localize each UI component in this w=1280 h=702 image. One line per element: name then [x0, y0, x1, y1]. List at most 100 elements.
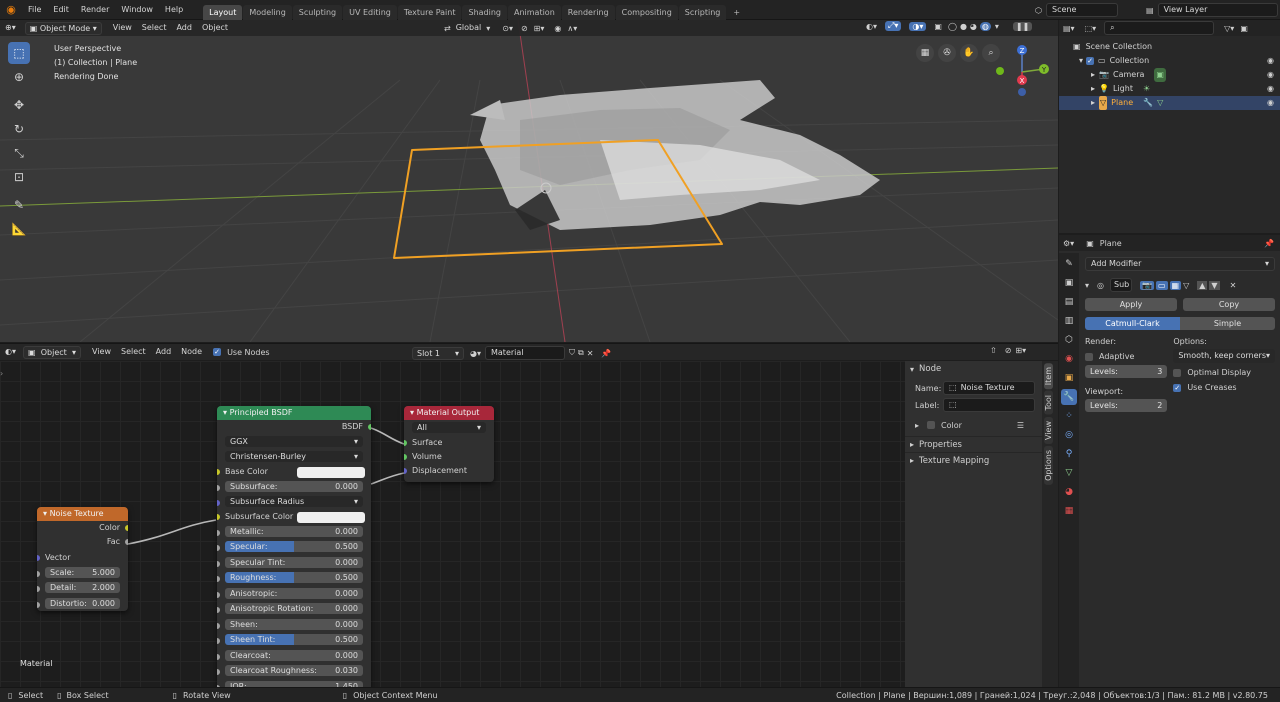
- bsdf-input-socket[interactable]: [217, 500, 220, 506]
- measure-tool-icon[interactable]: 📐: [8, 218, 30, 240]
- bsdf-value-field[interactable]: Metallic: 0.000: [225, 525, 363, 537]
- distribution-dropdown[interactable]: GGX ▾: [225, 435, 363, 447]
- use-nodes-toggle[interactable]: ✓ Use Nodes: [213, 348, 270, 357]
- node-menu-add[interactable]: Add: [151, 345, 177, 359]
- use-nodes-checkbox[interactable]: ✓: [213, 348, 222, 356]
- outliner-item-light[interactable]: ▸ 💡 Light ☀ ◉: [1059, 82, 1280, 96]
- toolbar-expand-icon[interactable]: ›: [0, 369, 3, 378]
- blender-logo-icon[interactable]: ◉: [0, 3, 22, 16]
- bsdf-input-socket[interactable]: [217, 591, 220, 598]
- scale-tool-icon[interactable]: ⤡: [8, 142, 30, 164]
- eye-icon[interactable]: ◉: [1267, 54, 1274, 68]
- 3d-viewport[interactable]: ⊕▾ ▣ Object Mode ▾ View Select Add Objec…: [0, 20, 1058, 342]
- physics-tab-icon[interactable]: ◎: [1061, 427, 1077, 443]
- bsdf-value-field[interactable]: Specular Tint: 0.000: [225, 556, 363, 568]
- vector-input-socket[interactable]: [37, 555, 40, 561]
- tab-compositing[interactable]: Compositing: [615, 4, 678, 20]
- node-name-field[interactable]: ⬚ Noise Texture: [943, 381, 1035, 395]
- bsdf-input-socket[interactable]: [217, 560, 220, 567]
- eye-icon[interactable]: ◉: [1267, 68, 1274, 82]
- render-tab-icon[interactable]: ▣: [1061, 275, 1077, 291]
- node-menu-node[interactable]: Node: [176, 345, 207, 359]
- data-tab-icon[interactable]: ▽: [1061, 465, 1077, 481]
- material-name-field[interactable]: Material: [485, 346, 565, 360]
- color-presets-icon[interactable]: ☰: [1017, 421, 1024, 430]
- use-creases-checkbox[interactable]: ✓: [1173, 383, 1182, 392]
- viewport-levels-field[interactable]: Levels: 2: [1085, 399, 1168, 412]
- scene-field[interactable]: Scene: [1045, 3, 1118, 17]
- transform-tool-icon[interactable]: ⊡: [8, 166, 30, 188]
- bsdf-value-field[interactable]: Clearcoat Roughness: 0.030: [225, 665, 363, 676]
- view-layer-field[interactable]: View Layer: [1157, 3, 1278, 17]
- show-editmode-icon[interactable]: ▦: [1169, 280, 1182, 290]
- subsurface-radius-dropdown[interactable]: Subsurface Radius ▾: [225, 496, 363, 507]
- bsdf-output-socket[interactable]: [368, 424, 371, 430]
- apply-button[interactable]: Apply: [1085, 298, 1177, 311]
- principled-bsdf-node[interactable]: ▾ Principled BSDF BSDF GGX ▾ Christensen-…: [217, 406, 371, 687]
- display-mode-icon[interactable]: ⬚▾: [1085, 24, 1097, 33]
- tab-scripting[interactable]: Scripting: [678, 4, 727, 20]
- tab-rendering[interactable]: Rendering: [561, 4, 615, 20]
- shading-wireframe-icon[interactable]: ◯: [948, 22, 957, 31]
- material-tab-icon[interactable]: ◕: [1061, 484, 1077, 500]
- bsdf-input-socket[interactable]: [217, 514, 220, 520]
- move-tool-icon[interactable]: ✥: [8, 94, 30, 116]
- unlink-material-icon[interactable]: ✕: [587, 349, 594, 358]
- perspective-toggle-icon[interactable]: ▦: [916, 44, 934, 62]
- sidebar-tab-options[interactable]: Options: [1044, 445, 1053, 485]
- close-icon[interactable]: ✕: [1230, 281, 1237, 290]
- optimal-display-checkbox[interactable]: [1173, 368, 1182, 377]
- adaptive-checkbox[interactable]: [1085, 352, 1093, 361]
- proportional-edit-icon[interactable]: ◉: [554, 24, 561, 33]
- sidebar-tab-item[interactable]: Item: [1044, 363, 1053, 390]
- tab-layout[interactable]: Layout: [203, 4, 243, 20]
- vp-menu-select[interactable]: Select: [137, 21, 172, 35]
- tab-uv-editing[interactable]: UV Editing: [343, 4, 397, 20]
- menu-file[interactable]: File: [22, 0, 47, 20]
- particles-tab-icon[interactable]: ⁘: [1061, 408, 1077, 424]
- fake-user-icon[interactable]: ⛉: [569, 348, 575, 358]
- snap-icon[interactable]: ⊘: [521, 24, 528, 33]
- node-label-field[interactable]: ⬚: [943, 398, 1035, 412]
- tab-sculpting[interactable]: Sculpting: [292, 4, 343, 20]
- outliner-item-camera[interactable]: ▸ 📷 Camera ▣ ◉: [1059, 68, 1280, 82]
- add-modifier-dropdown[interactable]: Add Modifier ▾: [1085, 257, 1275, 271]
- collection-checkbox[interactable]: ✓: [1086, 57, 1095, 65]
- shading-solid-icon[interactable]: ●: [960, 22, 967, 31]
- menu-window[interactable]: Window: [115, 0, 159, 20]
- menu-render[interactable]: Render: [75, 0, 115, 20]
- bsdf-value-field[interactable]: Roughness: 0.500: [225, 572, 363, 583]
- constraints-tab-icon[interactable]: ⚲: [1061, 446, 1077, 462]
- on-cage-icon[interactable]: ▽: [1183, 281, 1189, 290]
- noise-texture-node[interactable]: ▾ Noise Texture Color Fac Vector Scale: 5…: [37, 507, 128, 611]
- tool-tab-icon[interactable]: ✎: [1061, 256, 1077, 272]
- catmull-clark-button[interactable]: Catmull-Clark: [1085, 317, 1180, 330]
- output-target-dropdown[interactable]: All ▾: [412, 421, 486, 433]
- copy-button[interactable]: Copy: [1183, 298, 1275, 311]
- editor-type-icon[interactable]: ⊕▾: [0, 21, 21, 35]
- properties-section-header[interactable]: ▸ Properties: [905, 436, 1042, 452]
- expand-icon[interactable]: ▸: [1091, 96, 1095, 110]
- properties-editor-icon[interactable]: ⚙▾: [1063, 239, 1074, 248]
- overlay-toggle-icon[interactable]: ◑▾: [909, 21, 927, 31]
- move-down-icon[interactable]: ▼: [1209, 280, 1220, 290]
- pause-render-icon[interactable]: ❚❚: [1012, 21, 1033, 31]
- snap-node-icon[interactable]: ⊘: [1005, 346, 1012, 355]
- subsurface-method-dropdown[interactable]: Christensen-Burley ▾: [225, 451, 363, 462]
- node-section-header[interactable]: ▾ Node: [905, 361, 1042, 377]
- slot-dropdown[interactable]: Slot 1 ▾: [412, 346, 464, 360]
- world-tab-icon[interactable]: ◉: [1061, 351, 1077, 367]
- noise-detail-field[interactable]: Detail: 2.000: [45, 582, 120, 593]
- duplicate-material-icon[interactable]: ⧉: [578, 348, 584, 358]
- collapse-icon[interactable]: ▾: [1085, 281, 1089, 290]
- bsdf-value-field[interactable]: Anisotropic: 0.000: [225, 587, 363, 599]
- node-canvas[interactable]: ▾ Noise Texture Color Fac Vector Scale: 5…: [0, 361, 905, 687]
- bsdf-input-socket[interactable]: [217, 622, 220, 629]
- bsdf-input-socket[interactable]: [217, 607, 220, 613]
- annotate-tool-icon[interactable]: ✎: [8, 194, 30, 216]
- tab-modeling[interactable]: Modeling: [243, 4, 292, 20]
- bsdf-value-field[interactable]: Anisotropic Rotation: 0.000: [225, 603, 363, 614]
- falloff-icon[interactable]: ∧▾: [567, 24, 577, 33]
- scale-input-socket[interactable]: [37, 570, 40, 577]
- modifier-tab-icon[interactable]: 🔧: [1061, 389, 1077, 405]
